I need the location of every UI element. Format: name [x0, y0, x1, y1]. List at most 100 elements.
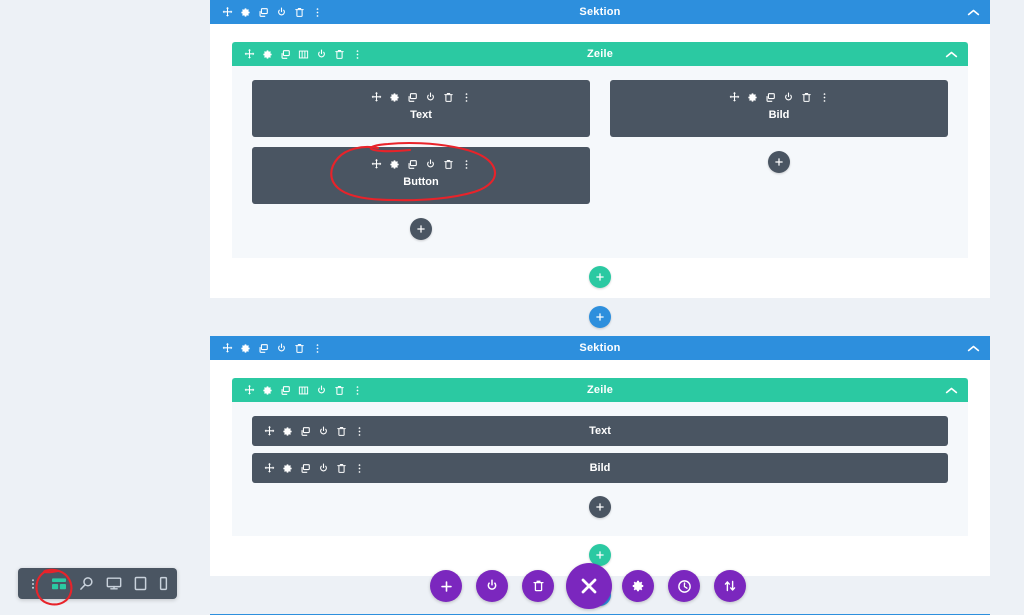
module-bild[interactable]: Bild [252, 453, 948, 483]
gear-icon[interactable] [258, 45, 276, 63]
add-module-button[interactable] [410, 218, 432, 240]
module-button[interactable]: Button [252, 147, 590, 204]
move-icon[interactable] [725, 88, 743, 106]
add-module-wrap-1 [252, 218, 590, 240]
section-2-collapse-toggle[interactable] [967, 344, 980, 353]
section-2-toolbar[interactable]: Sektion [210, 336, 990, 360]
more-options-icon[interactable] [308, 3, 326, 21]
row-2-1-toolbar[interactable]: Zeile [232, 378, 968, 402]
module-button-label: Button [403, 176, 439, 188]
gear-icon[interactable] [385, 88, 403, 106]
more-options-icon[interactable] [457, 88, 475, 106]
fab-settings-button[interactable] [622, 570, 654, 602]
fab-power-button[interactable] [476, 570, 508, 602]
duplicate-icon[interactable] [276, 381, 294, 399]
more-options-icon[interactable] [308, 339, 326, 357]
move-icon[interactable] [367, 88, 385, 106]
trash-icon[interactable] [330, 381, 348, 399]
duplicate-icon[interactable] [761, 88, 779, 106]
trash-icon[interactable] [290, 3, 308, 21]
module-text[interactable]: Text [252, 416, 948, 446]
section-1-icon-group [218, 3, 326, 21]
fab-responsive-button[interactable] [714, 570, 746, 602]
section-1: Sektion Zeile Text Button Bild [210, 0, 990, 298]
power-icon[interactable] [421, 88, 439, 106]
more-options-icon[interactable] [27, 577, 39, 591]
module-bild[interactable]: Bild [610, 80, 948, 137]
row-2-1: Zeile Text Bild [232, 378, 968, 536]
trash-icon[interactable] [330, 45, 348, 63]
row-1-1-columns: Text Button Bild [252, 80, 948, 240]
move-icon[interactable] [218, 339, 236, 357]
section-1-toolbar[interactable]: Sektion [210, 0, 990, 24]
gear-icon[interactable] [743, 88, 761, 106]
fab-close-button[interactable] [566, 563, 612, 609]
more-options-icon[interactable] [348, 45, 366, 63]
section-2: Sektion Zeile Text Bild [210, 336, 990, 576]
gear-icon[interactable] [236, 3, 254, 21]
duplicate-icon[interactable] [254, 339, 272, 357]
duplicate-icon[interactable] [403, 88, 421, 106]
column-1-1-2: Bild [610, 80, 948, 240]
power-icon[interactable] [272, 339, 290, 357]
row-2-1-icon-group [240, 381, 366, 399]
move-icon[interactable] [218, 3, 236, 21]
fab-trash-button[interactable] [522, 570, 554, 602]
add-module-wrap-2 [610, 151, 948, 173]
module-text-label: Text [589, 425, 611, 437]
move-icon[interactable] [240, 381, 258, 399]
trash-icon[interactable] [797, 88, 815, 106]
gear-icon[interactable] [258, 381, 276, 399]
power-icon[interactable] [421, 155, 439, 173]
search-zoom-icon[interactable] [79, 576, 94, 591]
desktop-view-icon[interactable] [106, 576, 122, 591]
duplicate-icon[interactable] [403, 155, 421, 173]
bottom-view-toolbar[interactable] [18, 568, 177, 599]
wireframe-view-icon[interactable] [51, 577, 67, 591]
module-button-icon-group [252, 155, 590, 173]
tablet-view-icon[interactable] [134, 576, 147, 591]
columns-icon[interactable] [294, 381, 312, 399]
power-icon[interactable] [779, 88, 797, 106]
duplicate-icon[interactable] [276, 45, 294, 63]
columns-icon[interactable] [294, 45, 312, 63]
column-1-1-1: Text Button [252, 80, 590, 240]
add-module-button[interactable] [589, 496, 611, 518]
row-2-1-collapse-toggle[interactable] [945, 386, 958, 395]
section-2-label: Sektion [579, 342, 621, 354]
more-options-icon[interactable] [815, 88, 833, 106]
fab-history-button[interactable] [668, 570, 700, 602]
floating-action-bar[interactable] [430, 563, 760, 609]
builder-column: Sektion Zeile Text Button Bild Sektion Z… [210, 0, 990, 615]
row-1-1-toolbar[interactable]: Zeile [232, 42, 968, 66]
trash-icon[interactable] [439, 155, 457, 173]
row-1-1-body: Text Button Bild [232, 66, 968, 258]
move-icon[interactable] [240, 45, 258, 63]
mobile-view-icon[interactable] [159, 576, 168, 591]
more-options-icon[interactable] [457, 155, 475, 173]
power-icon[interactable] [312, 381, 330, 399]
more-options-icon[interactable] [348, 381, 366, 399]
module-bild-label: Bild [589, 462, 611, 474]
trash-icon[interactable] [290, 339, 308, 357]
gear-icon[interactable] [385, 155, 403, 173]
module-text-label: Text [410, 109, 432, 121]
power-icon[interactable] [312, 45, 330, 63]
row-1-1-icon-group [240, 45, 366, 63]
trash-icon[interactable] [439, 88, 457, 106]
section-1-collapse-toggle[interactable] [967, 8, 980, 17]
page-builder-canvas: Sektion Zeile Text Button Bild Sektion Z… [0, 0, 1024, 615]
row-1-1-collapse-toggle[interactable] [945, 50, 958, 59]
section-2-icon-group [218, 339, 326, 357]
module-text-icon-group [252, 88, 590, 106]
power-icon[interactable] [272, 3, 290, 21]
duplicate-icon[interactable] [254, 3, 272, 21]
add-module-button[interactable] [768, 151, 790, 173]
add-section-button[interactable] [589, 306, 611, 328]
move-icon[interactable] [367, 155, 385, 173]
gear-icon[interactable] [236, 339, 254, 357]
add-row-button[interactable] [589, 266, 611, 288]
fab-add-button[interactable] [430, 570, 462, 602]
section-1-bottom-pad [210, 288, 990, 298]
module-text[interactable]: Text [252, 80, 590, 137]
